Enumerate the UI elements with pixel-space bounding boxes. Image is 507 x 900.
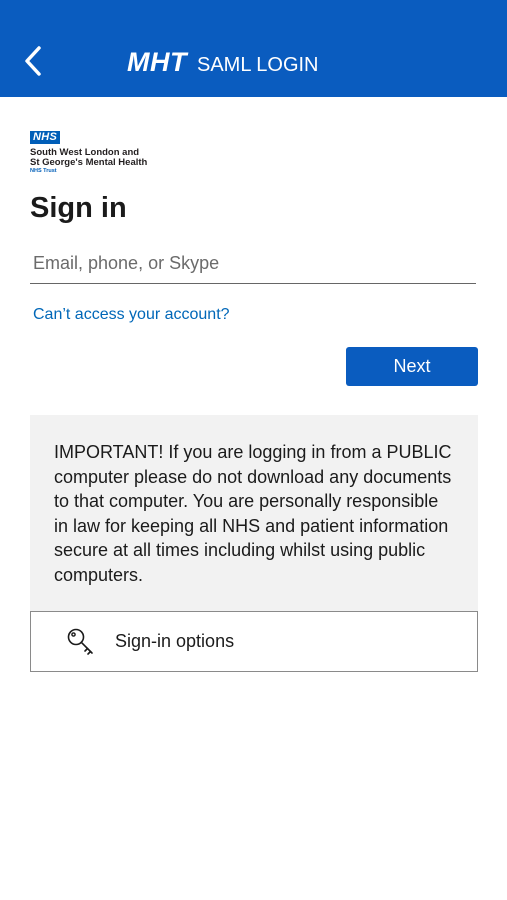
app-subtitle: SAML LOGIN [196,54,319,76]
important-notice: IMPORTANT! If you are logging in from a … [30,415,478,612]
app-brand: MHT [127,47,187,77]
nhs-badge: NHS [30,131,61,144]
key-icon [65,626,97,658]
notice-text: IMPORTANT! If you are logging in from a … [54,442,452,585]
cant-access-account-link[interactable]: Can’t access your account? [33,306,230,324]
page-title: Sign in [30,192,127,224]
app-title: MHT SAML LOGIN [127,47,319,78]
app-header: MHT SAML LOGIN [0,0,507,97]
logo-line-2: St George's Mental Health [30,157,148,168]
sign-in-options-label: Sign-in options [115,631,235,651]
back-button[interactable] [18,42,50,80]
next-button[interactable]: Next [346,347,478,386]
email-input[interactable] [30,244,476,284]
sign-in-options-button[interactable]: Sign-in options [30,611,478,672]
chevron-left-icon [25,46,41,76]
nhs-trust-logo: NHS South West London and St George's Me… [30,127,147,175]
logo-line-3: NHS Trust [30,168,57,174]
